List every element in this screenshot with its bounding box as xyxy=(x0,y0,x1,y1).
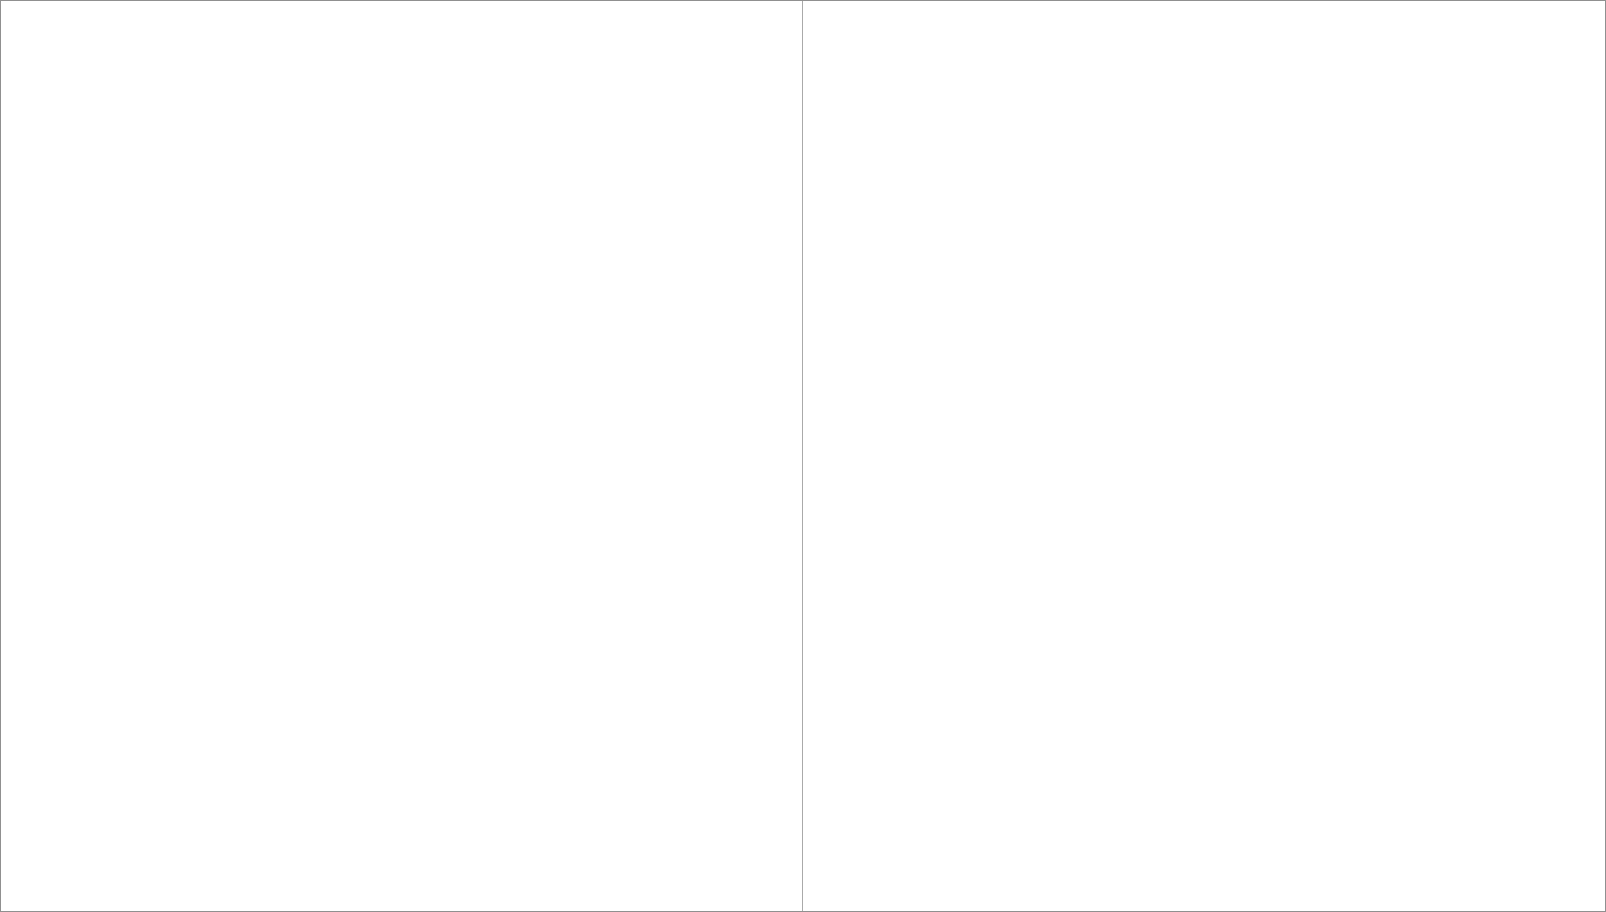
panel-separator xyxy=(802,1,803,911)
injection-monitor-window xyxy=(0,0,1606,912)
